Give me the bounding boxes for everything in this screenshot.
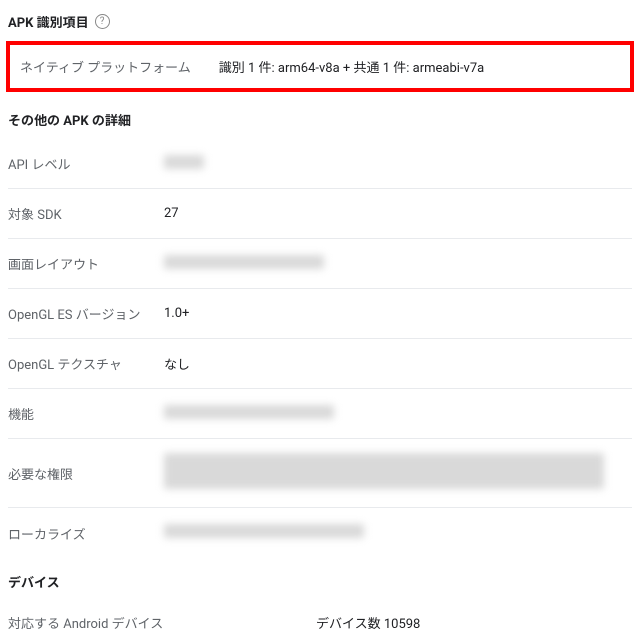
native-platform-highlight: ネイティブ プラットフォーム 識別 1 件: arm64-v8a + 共通 1 …	[6, 41, 634, 92]
row-features: 機能	[8, 389, 632, 439]
section-title: APK 識別項目	[8, 12, 89, 31]
apk-details-list: API レベル 対象 SDK 27 画面レイアウト OpenGL ES バージョ…	[0, 139, 640, 558]
section-header-apk-identification: APK 識別項目 ?	[0, 0, 640, 41]
row-supported-devices: 対応する Android デバイス デバイス数 10598	[0, 601, 640, 640]
supported-devices-value: デバイス数 10598	[316, 613, 420, 632]
supported-devices-label: 対応する Android デバイス	[8, 613, 316, 632]
opengl-es-value: 1.0+	[164, 306, 189, 321]
device-section-title: デバイス	[0, 558, 640, 601]
opengl-texture-label: OpenGL テクスチャ	[8, 354, 164, 373]
localization-label: ローカライズ	[8, 524, 164, 543]
opengl-texture-value: なし	[164, 354, 190, 373]
permissions-label: 必要な権限	[8, 464, 164, 483]
api-level-label: API レベル	[8, 154, 164, 173]
screen-layout-value	[164, 255, 324, 273]
features-value	[164, 405, 334, 423]
features-label: 機能	[8, 404, 164, 423]
target-sdk-label: 対象 SDK	[8, 204, 164, 223]
native-platform-value: 識別 1 件: arm64-v8a + 共通 1 件: armeabi-v7a	[219, 57, 484, 76]
native-platform-label: ネイティブ プラットフォーム	[20, 57, 191, 76]
api-level-value	[164, 155, 204, 173]
row-target-sdk: 対象 SDK 27	[8, 189, 632, 239]
row-opengl-es: OpenGL ES バージョン 1.0+	[8, 289, 632, 339]
help-icon[interactable]: ?	[95, 14, 110, 29]
row-permissions: 必要な権限	[8, 439, 632, 508]
target-sdk-value: 27	[164, 206, 179, 221]
row-localization: ローカライズ	[8, 508, 632, 558]
localization-value	[164, 524, 364, 542]
permissions-value	[164, 453, 604, 493]
other-apk-details-title: その他の APK の詳細	[0, 104, 640, 139]
row-screen-layout: 画面レイアウト	[8, 239, 632, 289]
opengl-es-label: OpenGL ES バージョン	[8, 304, 164, 323]
row-api-level: API レベル	[8, 139, 632, 189]
row-opengl-texture: OpenGL テクスチャ なし	[8, 339, 632, 389]
screen-layout-label: 画面レイアウト	[8, 254, 164, 273]
